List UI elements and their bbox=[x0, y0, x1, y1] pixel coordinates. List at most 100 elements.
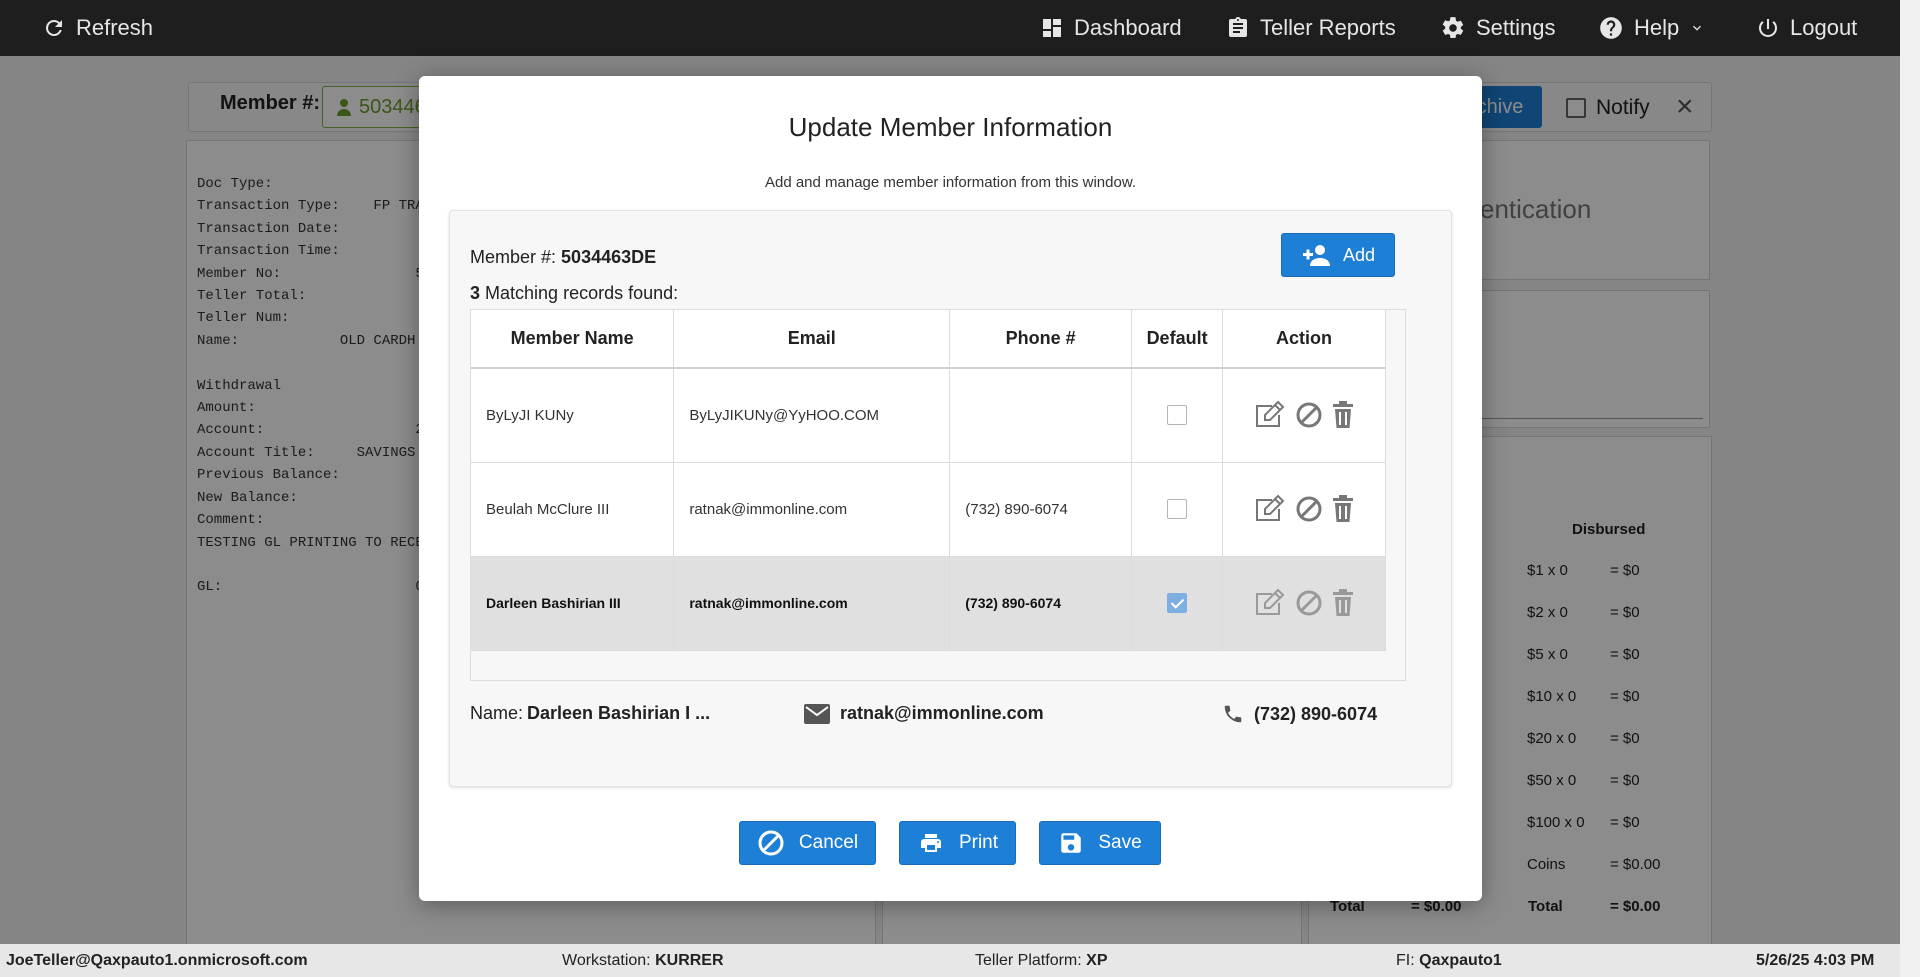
nav-help-dropdown[interactable]: Help bbox=[1598, 0, 1705, 56]
platform-value: XP bbox=[1086, 952, 1108, 969]
status-bar: JoeTeller@Qaxpauto1.onmicrosoft.com Work… bbox=[0, 944, 1900, 977]
col-email[interactable]: Email bbox=[673, 310, 951, 369]
col-default[interactable]: Default bbox=[1131, 310, 1224, 369]
cell-default bbox=[1131, 368, 1224, 463]
phone-icon bbox=[1224, 705, 1242, 723]
summary-email: ratnak@immonline.com bbox=[804, 703, 1044, 724]
status-datetime: 5/26/25 4:03 PM bbox=[1756, 952, 1875, 969]
block-icon[interactable] bbox=[1295, 495, 1323, 523]
status-fi: FI: Qaxpauto1 bbox=[1396, 952, 1502, 970]
cell-member-name: Darleen Bashirian III bbox=[471, 556, 675, 651]
summary-phone: (732) 890-6074 bbox=[1222, 703, 1377, 725]
edit-icon[interactable] bbox=[1253, 588, 1287, 618]
status-workstation: Workstation: KURRER bbox=[562, 952, 724, 970]
nav-settings[interactable]: Settings bbox=[1440, 0, 1556, 56]
save-button[interactable]: Save bbox=[1039, 821, 1161, 865]
workstation-label: Workstation: bbox=[562, 952, 651, 969]
gear-icon bbox=[1442, 17, 1464, 39]
nav-teller-reports[interactable]: Teller Reports bbox=[1226, 0, 1396, 56]
status-platform: Teller Platform: XP bbox=[975, 952, 1108, 970]
table-row[interactable]: Beulah McClure III ratnak@immonline.com … bbox=[471, 462, 1386, 557]
clipboard-icon bbox=[1229, 17, 1247, 37]
modal-member-number: Member #: 5034463DE bbox=[470, 247, 656, 268]
block-icon[interactable] bbox=[1295, 401, 1323, 429]
nav-logout-label: Logout bbox=[1790, 15, 1858, 40]
table-row[interactable]: ByLyJI KUNy ByLyJIKUNy@YyHOO.COM bbox=[471, 368, 1386, 463]
summary-name: Name: Darleen Bashirian I ... bbox=[470, 703, 710, 724]
save-label: Save bbox=[1098, 832, 1142, 853]
floppy-disk-icon bbox=[1061, 833, 1082, 853]
block-icon[interactable] bbox=[1295, 589, 1323, 617]
default-checkbox[interactable] bbox=[1167, 499, 1188, 519]
table-header-row: Member Name Email Phone # Default Action bbox=[471, 310, 1386, 369]
cancel-icon bbox=[758, 830, 784, 856]
nav-dashboard[interactable]: Dashboard bbox=[1040, 0, 1182, 56]
cell-phone: (732) 890-6074 bbox=[949, 556, 1133, 651]
cell-default bbox=[1131, 556, 1224, 651]
cell-default bbox=[1131, 462, 1224, 557]
top-nav-bar: Refresh Dashboard Teller Reports Setting… bbox=[0, 0, 1920, 56]
refresh-label: Refresh bbox=[76, 15, 154, 40]
update-member-modal: Update Member Information Add and manage… bbox=[419, 76, 1482, 901]
trash-icon[interactable] bbox=[1331, 589, 1355, 617]
cancel-button[interactable]: Cancel bbox=[739, 821, 876, 865]
cell-actions bbox=[1222, 462, 1386, 557]
print-button[interactable]: Print bbox=[899, 821, 1016, 865]
nav-help-label: Help bbox=[1634, 15, 1680, 40]
summary-phone-value: (732) 890-6074 bbox=[1254, 703, 1378, 724]
add-person-icon bbox=[1302, 245, 1330, 266]
records-text: Matching records found: bbox=[485, 283, 679, 303]
modal-member-label: Member #: bbox=[470, 247, 557, 267]
cell-member-name: ByLyJI KUNy bbox=[471, 368, 675, 463]
cell-email: ratnak@immonline.com bbox=[673, 556, 951, 651]
summary-email-value: ratnak@immonline.com bbox=[840, 703, 1044, 723]
col-action: Action bbox=[1222, 310, 1386, 369]
chevron-down-icon bbox=[1693, 25, 1702, 31]
cell-member-name: Beulah McClure III bbox=[471, 462, 675, 557]
modal-subtitle: Add and manage member information from t… bbox=[764, 174, 1136, 191]
trash-icon[interactable] bbox=[1331, 495, 1355, 523]
table-row-selected[interactable]: Darleen Bashirian III ratnak@immonline.c… bbox=[471, 556, 1386, 651]
modal-member-value: 5034463DE bbox=[561, 247, 657, 267]
nav-teller-reports-label: Teller Reports bbox=[1260, 15, 1396, 40]
nav-logout[interactable]: Logout bbox=[1756, 0, 1857, 56]
member-records-card: Member #: 5034463DE 3 Matching records f… bbox=[449, 210, 1452, 787]
cell-email: ratnak@immonline.com bbox=[673, 462, 951, 557]
add-label: Add bbox=[1342, 244, 1376, 265]
modal-title: Update Member Information bbox=[788, 112, 1113, 142]
trash-icon[interactable] bbox=[1331, 401, 1355, 429]
power-icon bbox=[1759, 19, 1777, 37]
cancel-label: Cancel bbox=[798, 832, 859, 853]
cell-phone bbox=[949, 368, 1133, 463]
printer-icon bbox=[920, 834, 941, 852]
add-member-button[interactable]: Add bbox=[1281, 233, 1395, 277]
col-member-name[interactable]: Member Name bbox=[471, 310, 675, 369]
default-checkbox-checked[interactable] bbox=[1167, 593, 1188, 613]
nav-settings-label: Settings bbox=[1476, 15, 1556, 40]
print-label: Print bbox=[958, 832, 999, 853]
cell-email: ByLyJIKUNy@YyHOO.COM bbox=[673, 368, 951, 463]
col-phone[interactable]: Phone # bbox=[949, 310, 1133, 369]
fi-label: FI: bbox=[1396, 952, 1415, 969]
workstation-value: KURRER bbox=[655, 952, 724, 969]
member-table: Member Name Email Phone # Default Action… bbox=[471, 310, 1386, 651]
summary-name-value: Darleen Bashirian I ... bbox=[527, 703, 711, 723]
refresh-icon bbox=[46, 20, 62, 36]
records-found: 3 Matching records found: bbox=[470, 283, 678, 304]
help-icon bbox=[1600, 17, 1622, 39]
cell-phone: (732) 890-6074 bbox=[949, 462, 1133, 557]
nav-dashboard-label: Dashboard bbox=[1074, 15, 1182, 40]
dashboard-icon bbox=[1043, 19, 1061, 37]
cell-actions bbox=[1222, 556, 1386, 651]
edit-icon[interactable] bbox=[1253, 494, 1287, 524]
status-user: JoeTeller@Qaxpauto1.onmicrosoft.com bbox=[6, 952, 308, 969]
records-count: 3 bbox=[470, 283, 481, 303]
cell-actions bbox=[1222, 368, 1386, 463]
summary-name-label: Name: bbox=[470, 703, 524, 723]
refresh-button[interactable]: Refresh bbox=[42, 0, 153, 56]
default-checkbox[interactable] bbox=[1167, 405, 1188, 426]
member-table-container[interactable]: Member Name Email Phone # Default Action… bbox=[470, 309, 1406, 681]
edit-icon[interactable] bbox=[1253, 400, 1287, 430]
page-scrollbar[interactable] bbox=[1900, 0, 1920, 977]
platform-label: Teller Platform: bbox=[975, 952, 1082, 969]
